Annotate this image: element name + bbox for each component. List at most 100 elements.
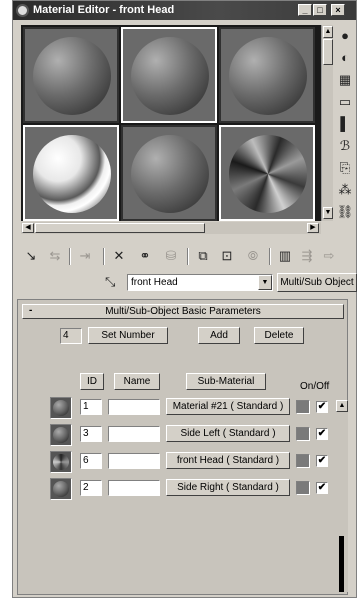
sub-material-button[interactable]: Side Right ( Standard ) (166, 479, 290, 496)
go-to-parent-icon[interactable]: ▥ (275, 246, 295, 266)
scroll-thumb[interactable] (323, 39, 333, 65)
scroll-up-arrow-icon[interactable]: ▲ (336, 400, 348, 412)
sample-type-sphere-icon[interactable]: ● (335, 26, 355, 46)
sub-on-off-checkbox[interactable]: ✔ (316, 428, 328, 440)
make-preview-icon[interactable]: ℬ (335, 136, 355, 156)
checker-background-icon[interactable]: ▦ (335, 70, 355, 90)
reset-map-icon[interactable]: ✕ (109, 246, 129, 266)
set-number-button[interactable]: Set Number (88, 327, 168, 344)
scroll-down-arrow-icon[interactable]: ▼ (323, 207, 333, 219)
material-swatch[interactable] (50, 397, 72, 419)
sub-id-field[interactable]: 2 (80, 480, 102, 496)
go-forward-to-sibling-icon[interactable]: ⇶ (297, 246, 317, 266)
sub-name-field[interactable] (108, 480, 160, 496)
material-map-navigator-icon[interactable]: ⛓ (335, 202, 355, 222)
sub-material-button[interactable]: Side Left ( Standard ) (166, 425, 290, 442)
sample-sphere-textured (229, 135, 307, 213)
chevron-down-icon[interactable]: ▼ (258, 275, 272, 290)
material-name-field[interactable]: front Head ▼ (127, 274, 273, 291)
sub-color-swatch[interactable] (296, 454, 310, 468)
on-off-column-label: On/Off (300, 381, 330, 392)
sub-id-field[interactable]: 6 (80, 453, 102, 469)
put-to-library-icon[interactable]: ⛁ (161, 246, 181, 266)
assign-material-icon[interactable]: ⇥ (75, 246, 95, 266)
swatch-sphere (53, 427, 69, 443)
sample-sphere (33, 37, 111, 115)
sample-uv-tiling-icon[interactable]: ▭ (335, 92, 355, 112)
sample-slot[interactable] (23, 27, 119, 123)
close-button[interactable]: × (331, 4, 345, 16)
show-map-in-viewport-icon[interactable]: ⊡ (217, 246, 237, 266)
put-material-to-scene-icon[interactable]: ⇆ (45, 246, 65, 266)
swatch-sphere (53, 400, 69, 416)
material-swatch[interactable] (50, 478, 72, 500)
sub-id-field[interactable]: 3 (80, 426, 102, 442)
material-name-value: front Head (131, 277, 178, 288)
sort-by-id-button[interactable]: ID (80, 373, 104, 390)
sample-slot[interactable] (121, 125, 217, 221)
sub-name-field[interactable] (108, 453, 160, 469)
sub-color-swatch[interactable] (296, 427, 310, 441)
delete-button[interactable]: Delete (254, 327, 304, 344)
sample-sphere (131, 135, 209, 213)
material-name-row: ⤡ front Head ▼ Multi/Sub Object (13, 273, 357, 293)
sub-color-swatch[interactable] (296, 481, 310, 495)
scroll-up-arrow-icon[interactable]: ▲ (323, 26, 333, 38)
material-effects-channel-icon[interactable]: ⧉ (193, 246, 213, 266)
sample-sphere (229, 37, 307, 115)
toolbar-separator (187, 248, 189, 265)
sample-slot-active[interactable] (219, 125, 315, 221)
go-sibling-icon[interactable]: ⇨ (319, 246, 339, 266)
sample-slot[interactable] (121, 27, 217, 123)
sort-by-sub-material-button[interactable]: Sub-Material (186, 373, 266, 390)
title-bar[interactable]: Material Editor - front Head _ □ × (13, 1, 356, 20)
sub-name-field[interactable] (108, 426, 160, 442)
add-button[interactable]: Add (198, 327, 240, 344)
list-vertical-scrollbar[interactable]: ▲ (336, 400, 348, 592)
maximize-button[interactable]: □ (313, 4, 327, 16)
sample-slot[interactable] (23, 125, 119, 221)
multi-sub-object-rollout: - Multi/Sub-Object Basic Parameters 4 Se… (17, 299, 348, 595)
material-count-display: 4 (60, 328, 82, 344)
app-icon (16, 4, 29, 17)
material-type-button[interactable]: Multi/Sub Object (277, 273, 357, 292)
sort-by-name-button[interactable]: Name (114, 373, 160, 390)
sub-on-off-checkbox[interactable]: ✔ (316, 455, 328, 467)
rollout-header[interactable]: - Multi/Sub-Object Basic Parameters (22, 304, 344, 319)
material-editor-window: Material Editor - front Head _ □ × ▲ ▼ ◀ (12, 0, 357, 598)
get-material-icon[interactable]: ↘ (21, 246, 41, 266)
show-end-result-icon[interactable]: ⦾ (243, 246, 263, 266)
video-color-check-icon[interactable]: ▌ (335, 114, 355, 134)
make-unique-icon[interactable]: ⚭ (135, 246, 155, 266)
scroll-right-arrow-icon[interactable]: ▶ (307, 223, 319, 233)
swatch-sphere (53, 454, 69, 470)
material-toolbar: ↘ ⇆ ⇥ ✕ ⚭ ⛁ ⧉ ⊡ ⦾ ▥ ⇶ ⇨ (17, 246, 355, 268)
backlight-icon[interactable]: ◐ (335, 48, 355, 68)
pick-material-from-object-icon[interactable]: ⤡ (105, 275, 115, 289)
sub-id-field[interactable]: 1 (80, 399, 102, 415)
toolbar-separator (103, 248, 105, 265)
minimize-button[interactable]: _ (298, 4, 312, 16)
sub-on-off-checkbox[interactable]: ✔ (316, 401, 328, 413)
select-by-material-icon[interactable]: ⁂ (335, 180, 355, 200)
rollout-title: Multi/Sub-Object Basic Parameters (105, 306, 261, 317)
options-icon[interactable]: ⎘ (335, 158, 355, 178)
slots-vertical-scrollbar[interactable]: ▲ ▼ (321, 25, 333, 221)
sub-name-field[interactable] (108, 399, 160, 415)
sample-sphere-striped (33, 135, 111, 213)
sample-slot[interactable] (219, 27, 315, 123)
toolbar-separator (269, 248, 271, 265)
material-swatch[interactable] (50, 451, 72, 473)
sub-material-button[interactable]: Material #21 ( Standard ) (166, 398, 290, 415)
sample-slots-grid (21, 25, 321, 221)
window-title: Material Editor - front Head (33, 4, 175, 16)
scroll-thumb[interactable] (35, 223, 205, 233)
scroll-left-arrow-icon[interactable]: ◀ (22, 223, 34, 233)
sub-on-off-checkbox[interactable]: ✔ (316, 482, 328, 494)
material-swatch[interactable] (50, 424, 72, 446)
swatch-sphere (53, 481, 69, 497)
sub-color-swatch[interactable] (296, 400, 310, 414)
sub-material-button[interactable]: front Head ( Standard ) (166, 452, 290, 469)
slots-horizontal-scrollbar[interactable]: ◀ ▶ (21, 222, 321, 234)
scroll-thumb[interactable] (339, 536, 344, 592)
